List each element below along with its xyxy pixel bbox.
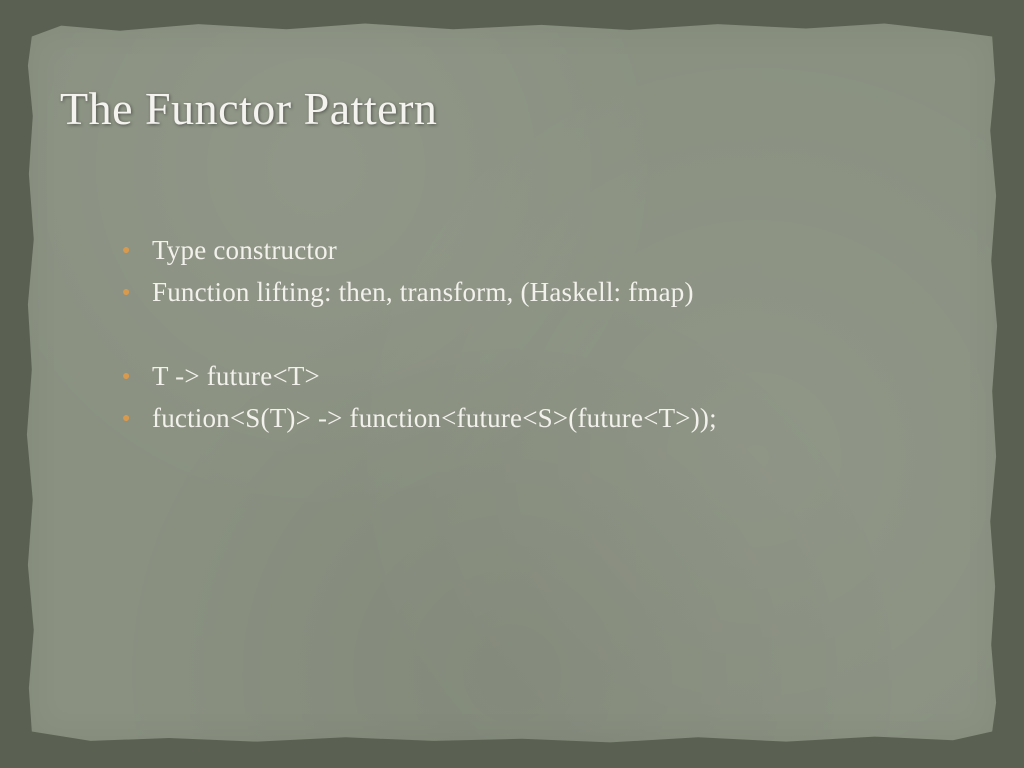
bullet-item: fuction<S(T)> -> function<future<S>(futu… [122, 398, 952, 440]
bullet-list: T -> future<T> fuction<S(T)> -> function… [122, 356, 952, 440]
bullet-item: T -> future<T> [122, 356, 952, 398]
spacer [122, 314, 952, 356]
bullet-list: Type constructor Function lifting: then,… [122, 230, 952, 314]
slide-content: Type constructor Function lifting: then,… [72, 230, 952, 439]
slide-surface: The Functor Pattern Type constructor Fun… [22, 22, 1002, 746]
slide-title: The Functor Pattern [60, 82, 952, 135]
bullet-item: Type constructor [122, 230, 952, 272]
bullet-item: Function lifting: then, transform, (Hask… [122, 272, 952, 314]
